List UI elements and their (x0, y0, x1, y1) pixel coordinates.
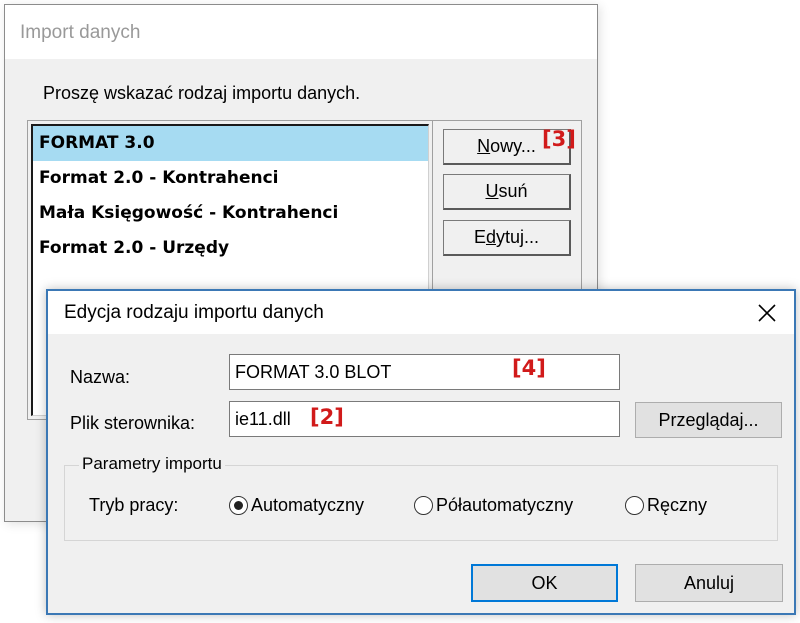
list-item[interactable]: Format 2.0 - Kontrahenci (33, 161, 428, 196)
cancel-button[interactable]: Anuluj (635, 564, 783, 602)
import-dialog-titlebar: Import danych (5, 5, 597, 59)
name-input[interactable]: FORMAT 3.0 BLOT (229, 354, 620, 390)
edit-import-type-dialog: Edycja rodzaju importu danych Nazwa: FOR… (46, 289, 796, 615)
mode-label: Tryb pracy: (89, 495, 179, 515)
ok-button[interactable]: OK (471, 564, 618, 602)
annotation-2: [2] (310, 405, 344, 429)
driver-file-label: Plik sterownika: (70, 413, 196, 433)
list-item[interactable]: FORMAT 3.0 (33, 126, 428, 161)
edit-dialog-title: Edycja rodzaju importu danych (64, 302, 324, 323)
delete-accel: U (485, 181, 499, 201)
import-parameters-title: Parametry importu (79, 454, 225, 474)
delete-button[interactable]: Usuń (443, 174, 571, 210)
edit-pre: E (473, 227, 486, 247)
name-label: Nazwa: (70, 367, 131, 387)
name-value: FORMAT 3.0 BLOT (235, 362, 392, 382)
mode-option-label: Ręczny (647, 495, 708, 515)
new-label: owy... (490, 136, 536, 156)
import-prompt: Proszę wskazać rodzaj importu danych. (43, 83, 361, 103)
list-item[interactable]: Mała Księgowość - Kontrahenci (33, 196, 428, 231)
driver-file-value: ie11.dll (235, 409, 291, 429)
radio-unchecked-icon (414, 496, 433, 515)
edit-dialog-titlebar: Edycja rodzaju importu danych (48, 291, 794, 334)
new-accel: N (477, 136, 491, 156)
browse-button[interactable]: Przeglądaj... (635, 402, 782, 438)
import-parameters-group: Parametry importu Tryb pracy: Automatycz… (64, 454, 778, 541)
radio-checked-icon (229, 496, 248, 515)
mode-radio-automatic[interactable]: Automatyczny (229, 495, 364, 516)
mode-radio-semiautomatic[interactable]: Półautomatyczny (414, 495, 573, 516)
mode-option-label: Automatyczny (251, 495, 365, 515)
close-button[interactable] (740, 291, 794, 334)
annotation-4: [4] (512, 356, 546, 380)
close-icon (758, 303, 776, 322)
radio-unchecked-icon (625, 496, 644, 515)
edit-label: ytuj... (496, 227, 540, 247)
delete-label: suń (498, 181, 528, 201)
edit-accel: d (485, 227, 496, 247)
mode-option-label: Półautomatyczny (436, 495, 574, 515)
driver-file-input[interactable]: ie11.dll (229, 401, 620, 437)
import-dialog-title: Import danych (20, 22, 141, 43)
list-item[interactable]: Format 2.0 - Urzędy (33, 231, 428, 266)
edit-button[interactable]: Edytuj... (443, 220, 571, 256)
mode-radio-manual[interactable]: Ręczny (625, 495, 707, 516)
annotation-3: [3] (542, 127, 576, 151)
